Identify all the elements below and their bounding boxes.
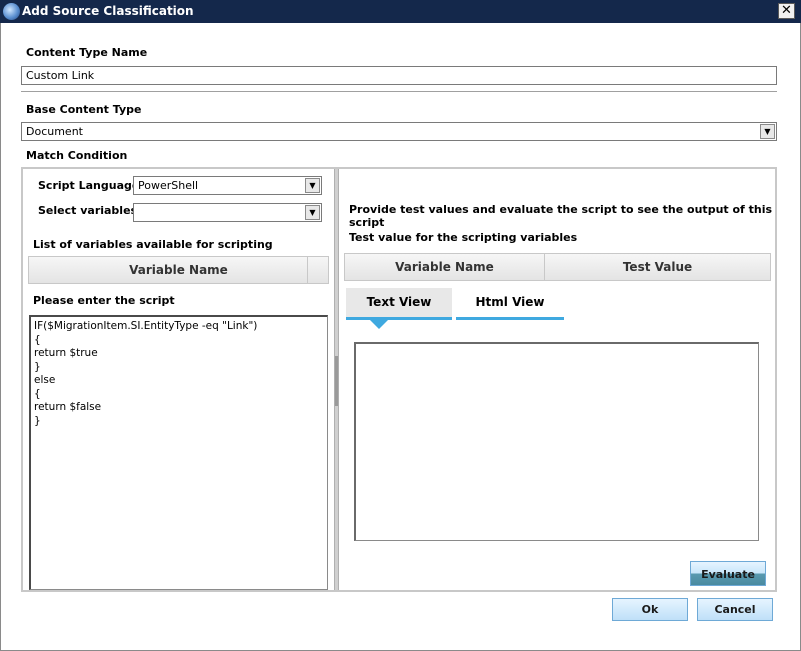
- col-variable-name-header[interactable]: Variable Name: [344, 253, 545, 281]
- close-button[interactable]: ✕: [778, 3, 795, 19]
- match-condition-label: Match Condition: [26, 149, 128, 162]
- variable-name-column-header[interactable]: Variable Name: [129, 263, 228, 277]
- chevron-down-icon[interactable]: ▼: [305, 178, 320, 193]
- select-variables-label: Select variables: [38, 204, 138, 217]
- instructions-text: Provide test values and evaluate the scr…: [349, 203, 773, 229]
- window-title: Add Source Classification: [22, 4, 194, 18]
- divider: [21, 91, 777, 92]
- tab-html-view-label: Html View: [475, 295, 545, 309]
- tab-html-view[interactable]: Html View: [456, 288, 564, 320]
- base-content-type-select[interactable]: Document ▼: [21, 122, 777, 141]
- test-value-label: Test value for the scripting variables: [349, 231, 578, 244]
- app-globe-icon: [3, 3, 20, 20]
- splitter-handle[interactable]: [335, 356, 338, 406]
- grid-column-divider: [307, 257, 308, 283]
- tab-text-view-label: Text View: [366, 295, 432, 309]
- variables-grid-header: Variable Name: [28, 256, 329, 284]
- base-content-type-value: Document: [26, 125, 83, 138]
- tab-text-view[interactable]: Text View: [346, 288, 452, 320]
- title-bar: Add Source Classification ✕: [0, 0, 801, 23]
- evaluate-button[interactable]: Evaluate: [690, 561, 766, 586]
- active-tab-pointer-icon: [370, 320, 388, 329]
- chevron-down-icon[interactable]: ▼: [760, 124, 775, 139]
- chevron-down-icon[interactable]: ▼: [305, 205, 320, 220]
- ok-button[interactable]: Ok: [612, 598, 688, 621]
- base-content-type-label: Base Content Type: [26, 103, 142, 116]
- script-editor[interactable]: IF($MigrationItem.SI.EntityType -eq "Lin…: [29, 315, 328, 590]
- script-label: Please enter the script: [33, 294, 175, 307]
- select-variables-select[interactable]: ▼: [133, 203, 322, 222]
- content-type-name-input[interactable]: Custom Link: [21, 66, 777, 85]
- cancel-button[interactable]: Cancel: [697, 598, 773, 621]
- script-language-value: PowerShell: [138, 179, 199, 192]
- col-test-value-header[interactable]: Test Value: [544, 253, 771, 281]
- script-language-label: Script Language: [38, 179, 140, 192]
- variables-list-label: List of variables available for scriptin…: [33, 238, 273, 251]
- script-language-select[interactable]: PowerShell ▼: [133, 176, 322, 195]
- content-type-name-label: Content Type Name: [26, 46, 148, 59]
- output-text-area[interactable]: [354, 342, 759, 541]
